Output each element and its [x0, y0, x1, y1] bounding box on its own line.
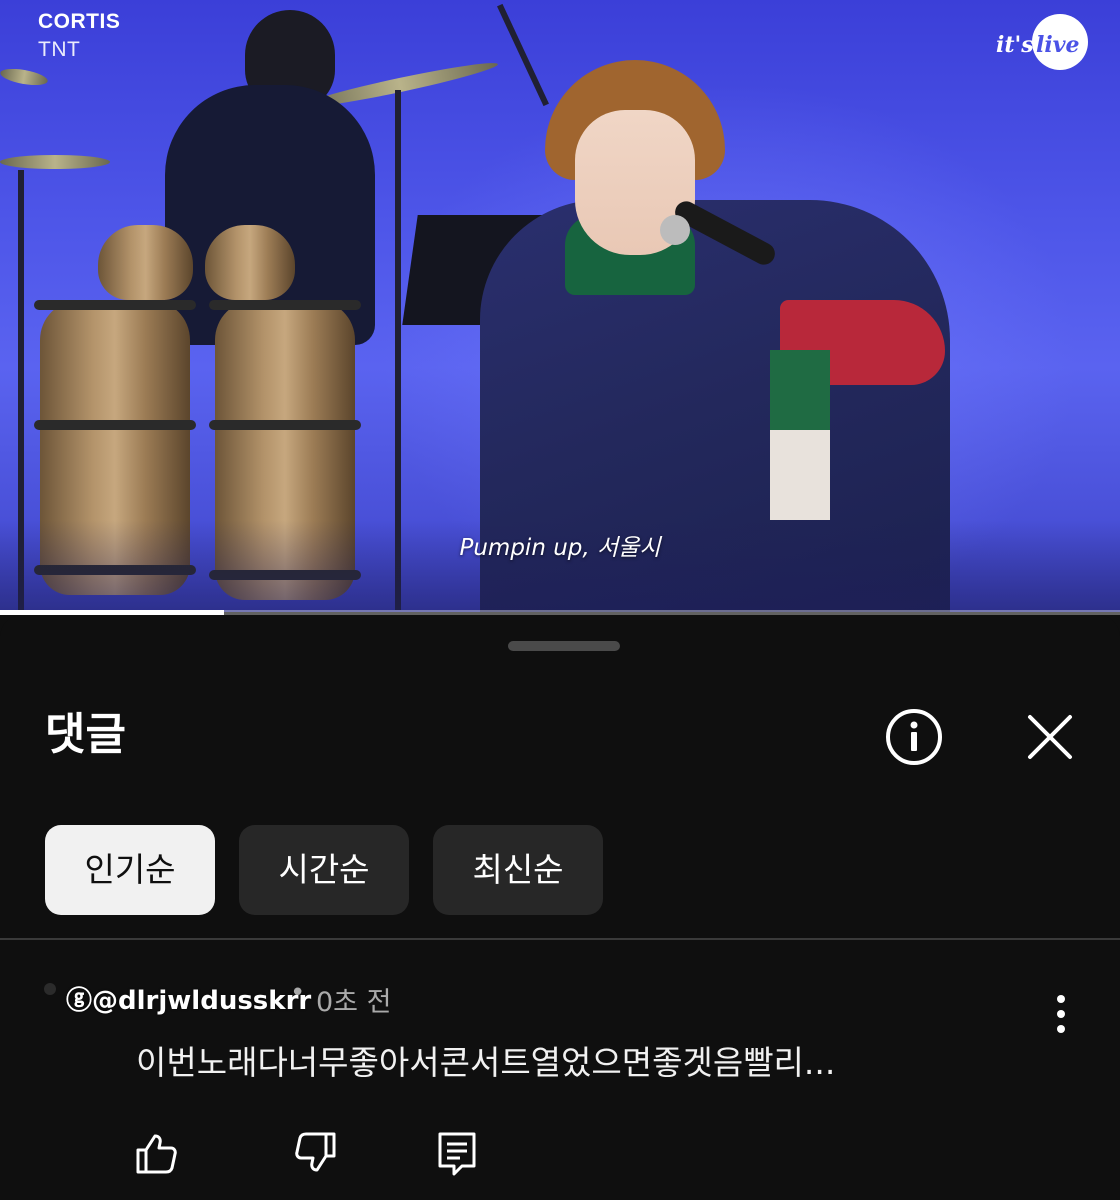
sort-chip-label: 인기순	[84, 850, 176, 889]
avatar[interactable]	[44, 983, 56, 995]
sort-chip-label: 시간순	[278, 850, 370, 889]
jacket-stripe	[770, 430, 830, 520]
comments-title: 댓글	[45, 709, 126, 760]
drag-handle[interactable]	[508, 641, 620, 651]
comment-time: 0초 전	[316, 987, 392, 1018]
jacket-stripe	[770, 350, 830, 430]
dislike-button[interactable]	[292, 1130, 338, 1176]
sort-chip-newest[interactable]: 최신순	[433, 825, 603, 915]
meta-separator: •	[290, 978, 306, 1008]
cymbal	[0, 155, 110, 169]
subtitle-text: Pumpin up, 서울시	[459, 535, 661, 561]
its-live-logo: it's live	[996, 14, 1092, 80]
video-channel-name: CORTIS	[38, 10, 121, 33]
reply-button[interactable]	[434, 1130, 480, 1176]
close-icon	[1028, 715, 1072, 759]
threads-icon: ⓖ	[66, 986, 93, 1016]
sort-chip-popular[interactable]: 인기순	[45, 825, 215, 915]
comment-author[interactable]: ⓖ@dlrjwldusskrr	[66, 980, 311, 1017]
video-subtitle: Pumpin up, 서울시	[0, 528, 1120, 562]
sort-chip-time[interactable]: 시간순	[239, 825, 409, 915]
more-options-button[interactable]	[1046, 990, 1076, 1040]
more-vert-icon	[1057, 995, 1065, 1033]
logo-its-text: it's	[996, 32, 1034, 58]
logo-live-text: live	[1036, 32, 1080, 58]
thumb-down-icon	[295, 1132, 336, 1172]
reply-icon	[438, 1132, 476, 1176]
comment-author-handle: @dlrjwldusskrr	[92, 986, 312, 1016]
comment-item: ⓖ@dlrjwldusskrr • 0초 전 이번노래다너무좋아서콘서트열었으면…	[0, 940, 1120, 1200]
info-button[interactable]	[884, 707, 944, 767]
video-player[interactable]: CORTIS TNT it's live Pumpin up, 서울시	[0, 0, 1120, 612]
video-track-title: TNT	[38, 38, 81, 61]
comments-sheet: 댓글 인기순 시간순 최신순 ⓖ@dlrjwldusskrr • 0초 전 이번…	[0, 615, 1120, 1200]
comment-text: 이번노래다너무좋아서콘서트열었으면좋겟음빨리...	[136, 1043, 836, 1082]
cymbal	[0, 65, 49, 89]
conga-drum	[98, 225, 193, 300]
sort-chip-label: 최신순	[472, 850, 564, 889]
info-circle-icon	[886, 709, 942, 765]
close-button[interactable]	[1020, 707, 1080, 767]
thumb-up-icon	[136, 1134, 177, 1174]
microphone-head	[660, 215, 690, 245]
conga-drum	[205, 225, 295, 300]
like-button[interactable]	[134, 1130, 180, 1176]
